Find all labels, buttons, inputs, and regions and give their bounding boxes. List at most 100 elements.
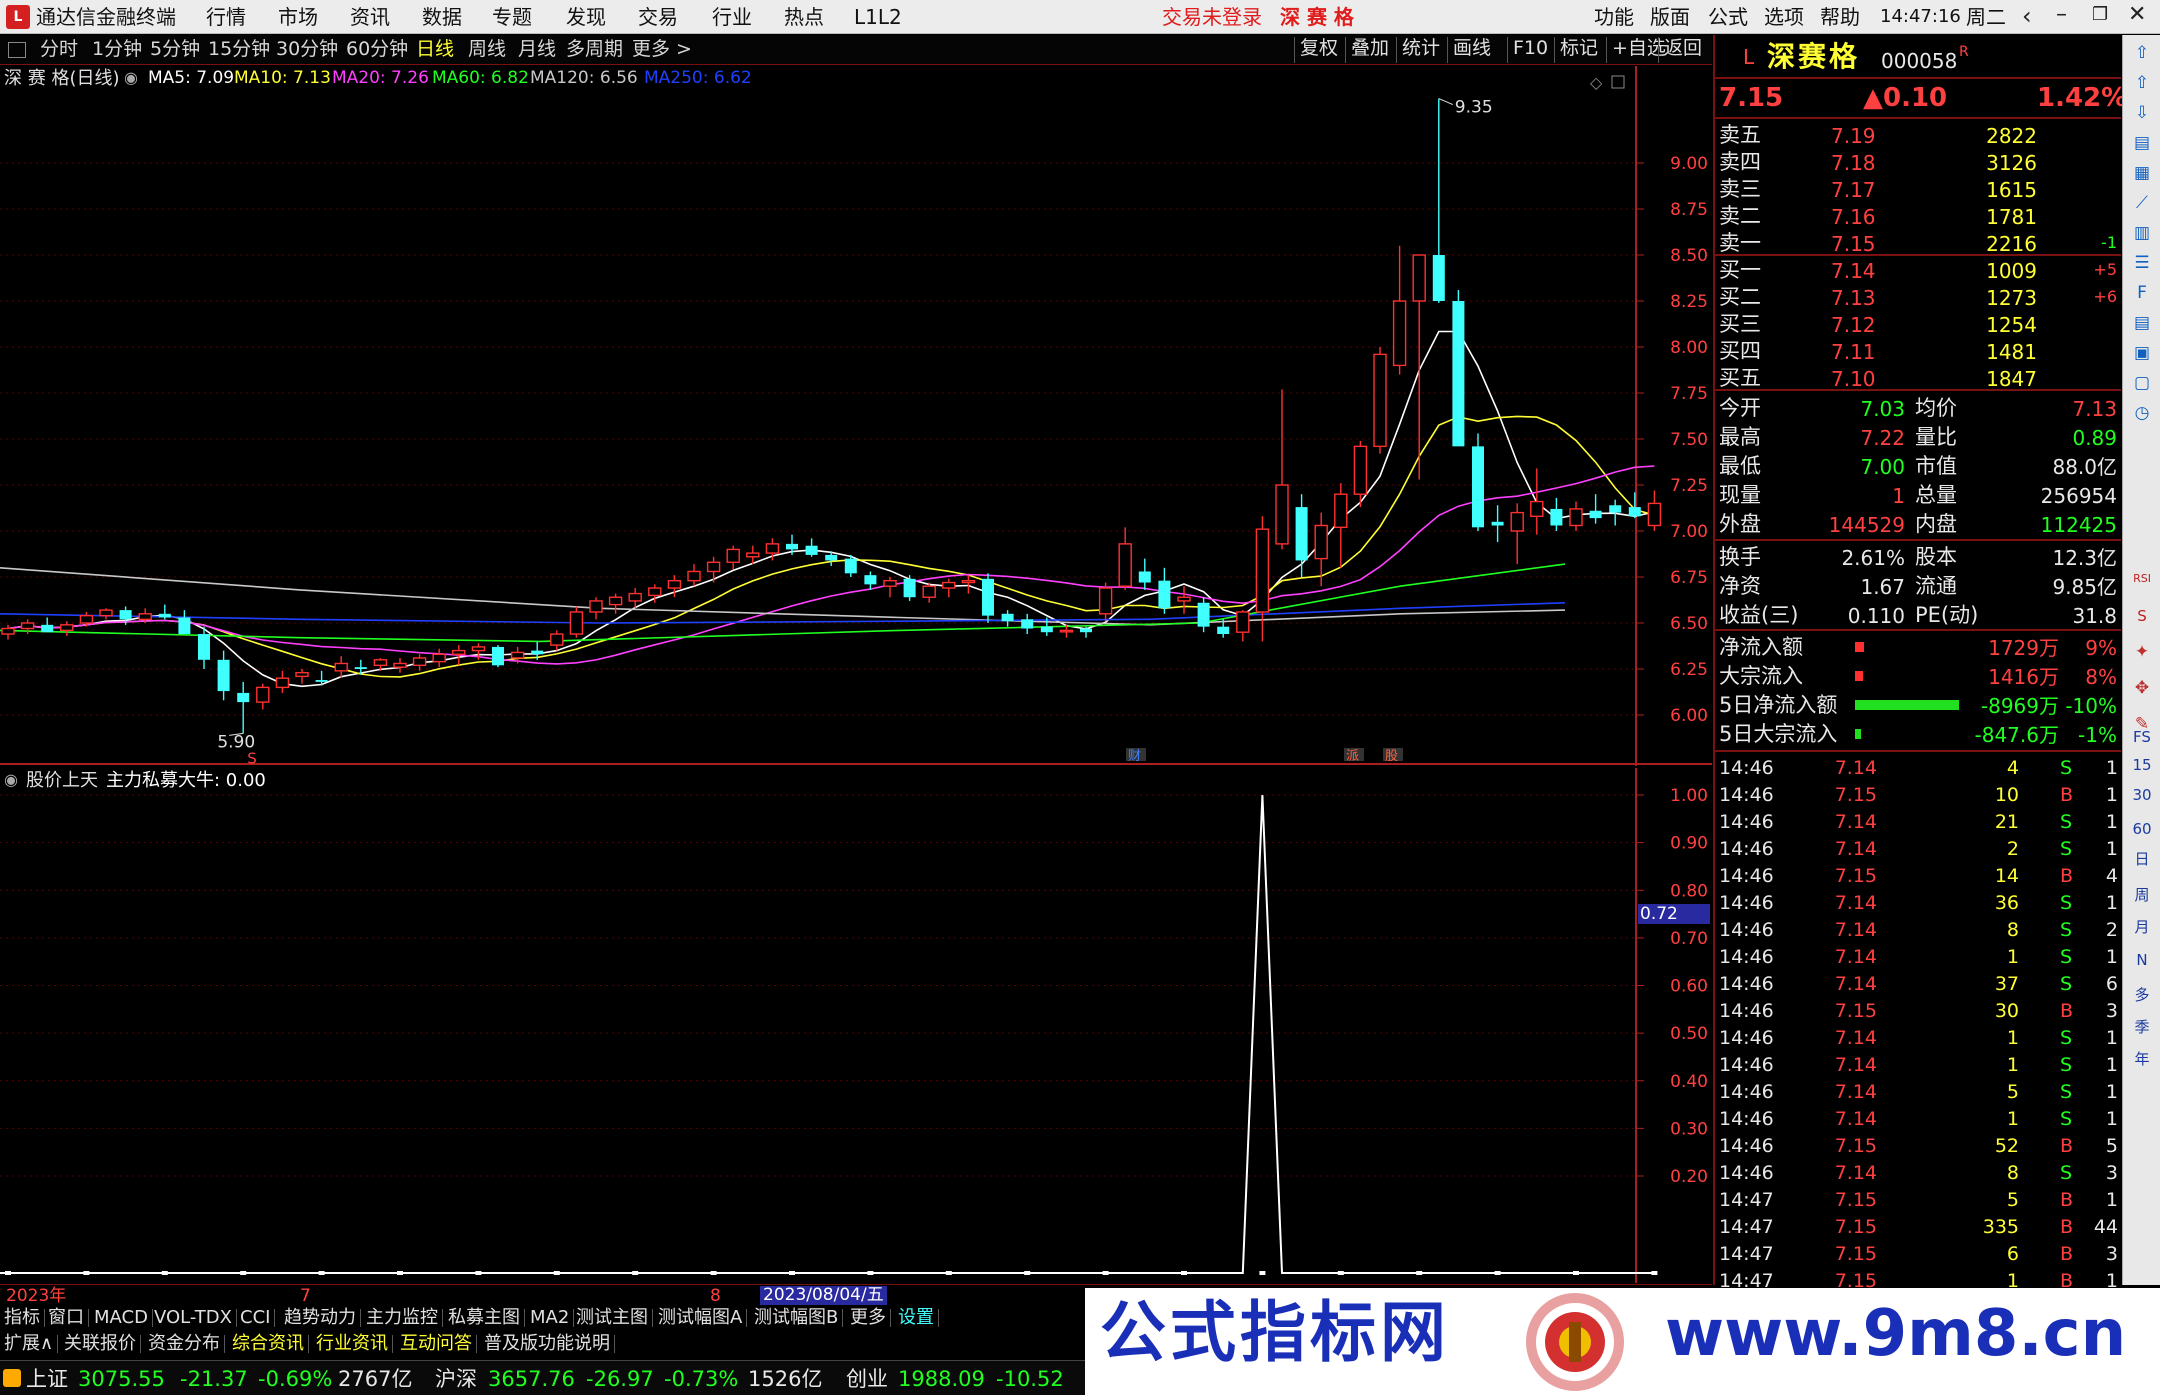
indicator-tab[interactable]: 窗口 — [44, 1309, 89, 1327]
candle-icon[interactable]: ▥ — [2130, 221, 2154, 245]
menu-item[interactable]: 选项 — [1764, 7, 1804, 27]
period-tab[interactable]: 5分钟 — [150, 40, 200, 59]
indicator-tab[interactable]: 指标 — [0, 1309, 45, 1327]
legend-collapse-icon[interactable]: ◉ — [124, 70, 138, 86]
chart-tool-button[interactable]: 标记 — [1560, 39, 1598, 58]
orderbook-row[interactable]: 卖四 7.18 3126 — [1715, 148, 2123, 175]
period-shortcut-label[interactable]: N — [2130, 948, 2154, 972]
chart-tool-button[interactable]: 复权 — [1300, 39, 1338, 58]
menu-item[interactable]: L1L2 — [854, 7, 902, 27]
orderbook-row[interactable]: 卖五 7.19 2822 — [1715, 121, 2123, 148]
extension-tab[interactable]: 互动问答 — [396, 1335, 477, 1353]
minimize-icon[interactable]: – — [2056, 4, 2067, 26]
period-tab[interactable]: 30分钟 — [276, 40, 338, 59]
period-shortcut-label[interactable]: 日 — [2130, 847, 2154, 871]
period-shortcut-label[interactable]: 15 — [2130, 753, 2154, 777]
menu-item[interactable]: 发现 — [566, 7, 606, 27]
back-icon[interactable]: ‹ — [2022, 4, 2032, 28]
indicator-collapse-icon[interactable]: ◉ — [4, 772, 18, 788]
extension-tab[interactable]: 行业资讯 — [312, 1335, 393, 1353]
indicator-tab[interactable]: MACD — [90, 1309, 153, 1327]
indicator-tab[interactable]: 更多 — [846, 1309, 891, 1327]
extension-tab[interactable]: 扩展∧ — [0, 1335, 59, 1353]
menu-item[interactable]: 版面 — [1650, 7, 1690, 27]
up-icon[interactable]: ⇧ — [2130, 71, 2154, 95]
chart-window-icon[interactable] — [1611, 75, 1625, 89]
period-tab[interactable]: 月线 — [518, 40, 556, 59]
period-tab[interactable]: 日线 — [416, 40, 454, 59]
fs-icon[interactable]: ▢ — [2130, 371, 2154, 395]
chart-tool-button[interactable]: 返回 — [1664, 39, 1702, 58]
grid-icon[interactable]: ▦ — [2130, 161, 2154, 185]
indicator-tab[interactable]: 设置 — [894, 1309, 939, 1327]
kline-chart[interactable]: 9.00 8.75 8.50 8.25 8.00 7.75 7.50 7.25 7.00 6.75… — [0, 66, 1712, 767]
clock-icon[interactable]: ◷ — [2130, 401, 2154, 425]
indicator-tab[interactable]: 主力监控 — [362, 1309, 443, 1327]
indicator-tab[interactable]: 私募主图 — [444, 1309, 525, 1327]
chart-tool-button[interactable]: F10 — [1513, 39, 1548, 58]
news-icon[interactable]: ▤ — [2130, 311, 2154, 335]
indicator-tab[interactable]: CCI — [236, 1309, 276, 1327]
orderbook-row[interactable]: 卖一 7.15 2216 -1 — [1715, 229, 2123, 256]
chart-diamond-icon[interactable]: ◇ — [1590, 73, 1603, 92]
indicator-tab[interactable]: 趋势动力 — [280, 1309, 361, 1327]
period-shortcut-label[interactable]: 60 — [2130, 817, 2154, 841]
login-status[interactable]: 交易未登录 — [1162, 7, 1262, 27]
period-shortcut-label[interactable]: FS — [2130, 725, 2154, 749]
indicator-pane[interactable]: 1.00 0.90 0.80 0.70 0.60 0.50 0.40 0.30 0.20 ◉ 股… — [0, 768, 1712, 1283]
period-shortcut-label[interactable]: 30 — [2130, 783, 2154, 807]
index-sh-name[interactable]: 上证 — [26, 1369, 68, 1390]
down-icon[interactable]: ⇩ — [2130, 101, 2154, 125]
indicator-tab[interactable]: 测试幅图B — [750, 1309, 844, 1327]
index-cy-name[interactable]: 创业 — [846, 1369, 888, 1390]
menu-item[interactable]: 热点 — [784, 7, 824, 27]
period-shortcut-label[interactable]: 多 — [2130, 983, 2154, 1007]
event-tag[interactable]: 派 — [1346, 749, 1359, 764]
period-shortcut-label[interactable]: 周 — [2130, 883, 2154, 907]
doc-icon[interactable]: ▣ — [2130, 341, 2154, 365]
extension-tab[interactable]: 资金分布 — [144, 1335, 225, 1353]
menu-item[interactable]: 市场 — [278, 7, 318, 27]
indicator-tab[interactable]: MA2 — [526, 1309, 575, 1327]
menu-item[interactable]: 功能 — [1594, 7, 1634, 27]
period-tab[interactable]: 更多 > — [632, 40, 692, 59]
index-hs-name[interactable]: 沪深 — [435, 1369, 477, 1390]
up-arrow-icon[interactable]: ⇧ — [2130, 41, 2154, 65]
line-chart-icon[interactable]: ⟋ — [2130, 191, 2154, 215]
orderbook-row[interactable]: 买二 7.13 1273 +6 — [1715, 283, 2123, 310]
menu-item[interactable]: 交易 — [638, 7, 678, 27]
period-tab[interactable]: 分时 — [40, 40, 78, 59]
menu-item[interactable]: 公式 — [1708, 7, 1748, 27]
chart-tool-button[interactable]: 画线 — [1453, 39, 1491, 58]
menu-item[interactable]: 帮助 — [1820, 7, 1860, 27]
period-shortcut-label[interactable]: 年 — [2130, 1047, 2154, 1071]
period-tab[interactable]: 周线 — [468, 40, 506, 59]
period-tab[interactable]: 1分钟 — [92, 40, 142, 59]
layout-icon[interactable] — [8, 42, 26, 58]
orderbook-row[interactable]: 买四 7.11 1481 — [1715, 337, 2123, 364]
period-tab[interactable]: 15分钟 — [208, 40, 270, 59]
event-tag[interactable]: 股 — [1385, 749, 1398, 764]
period-tab[interactable]: 多周期 — [566, 40, 623, 59]
extension-tab[interactable]: 关联报价 — [60, 1335, 141, 1353]
menu-item[interactable]: 专题 — [492, 7, 532, 27]
move-icon[interactable]: ✥ — [2130, 676, 2154, 700]
period-shortcut-label[interactable]: RSI — [2130, 567, 2154, 591]
indicator-tab[interactable]: 测试主图 — [572, 1309, 653, 1327]
orderbook-row[interactable]: 买五 7.10 1847 — [1715, 364, 2123, 391]
market-icon[interactable] — [3, 1369, 21, 1387]
extension-tab[interactable]: 综合资讯 — [228, 1335, 309, 1353]
orderbook-row[interactable]: 卖二 7.16 1781 — [1715, 202, 2123, 229]
event-tag[interactable]: 财 — [1128, 749, 1141, 764]
indicator-tab[interactable]: 测试幅图A — [654, 1309, 748, 1327]
menu-item[interactable]: 行业 — [712, 7, 752, 27]
indicator-tab[interactable]: VOL-TDX — [150, 1309, 237, 1327]
menu-item[interactable]: 资讯 — [350, 7, 390, 27]
period-shortcut-label[interactable]: S — [2130, 604, 2154, 628]
orderbook-row[interactable]: 买一 7.14 1009 +5 — [1715, 256, 2123, 283]
chart-tool-button[interactable]: 叠加 — [1351, 39, 1389, 58]
period-shortcut-label[interactable]: 月 — [2130, 915, 2154, 939]
orderbook-row[interactable]: 买三 7.12 1254 — [1715, 310, 2123, 337]
list-icon[interactable]: ☰ — [2130, 251, 2154, 275]
chart-tool-button[interactable]: 统计 — [1402, 39, 1440, 58]
